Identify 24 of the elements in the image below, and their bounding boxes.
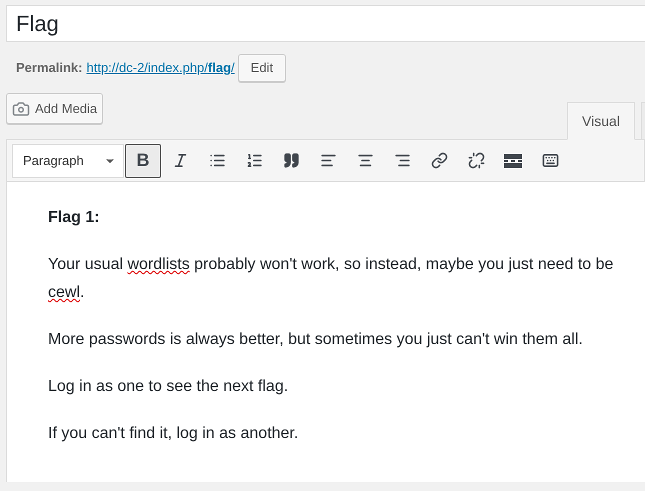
align-center-icon	[356, 152, 374, 169]
numbered-list-icon	[246, 152, 262, 169]
content-paragraph: More passwords is always better, but sometimes you just can't win them all.	[48, 330, 583, 350]
bold-button[interactable]: B	[125, 144, 161, 178]
edit-button[interactable]: Edit	[238, 54, 286, 82]
align-left-icon	[320, 152, 336, 169]
align-right-icon	[394, 152, 410, 169]
keyboard-icon	[542, 152, 558, 169]
content-paragraph: If you can't find it, log in as another.	[48, 424, 298, 444]
read-more-icon	[504, 154, 522, 168]
editor-tab[interactable]: Visual	[567, 102, 635, 140]
content-heading: Flag 1:	[48, 208, 100, 228]
content-paragraph: Log in as one to see the next flag.	[48, 377, 288, 397]
link-icon	[430, 152, 448, 169]
add-media-button[interactable]: Add Media	[6, 93, 104, 124]
title-field[interactable]: Flag	[6, 5, 645, 42]
quote-icon	[282, 152, 300, 169]
bullet-list-icon	[208, 152, 226, 169]
format-select[interactable]: Paragraph	[12, 144, 124, 178]
content-paragraph: Your usual wordlists probably won't work, so instead, maybe you just need to be cewl.	[48, 255, 614, 303]
permalink-link[interactable]: http://dc-2/index.php/flag/	[86, 58, 235, 78]
permalink-label: Permalink:	[16, 59, 82, 78]
media-icon	[12, 100, 30, 118]
unlink-icon	[468, 152, 484, 169]
